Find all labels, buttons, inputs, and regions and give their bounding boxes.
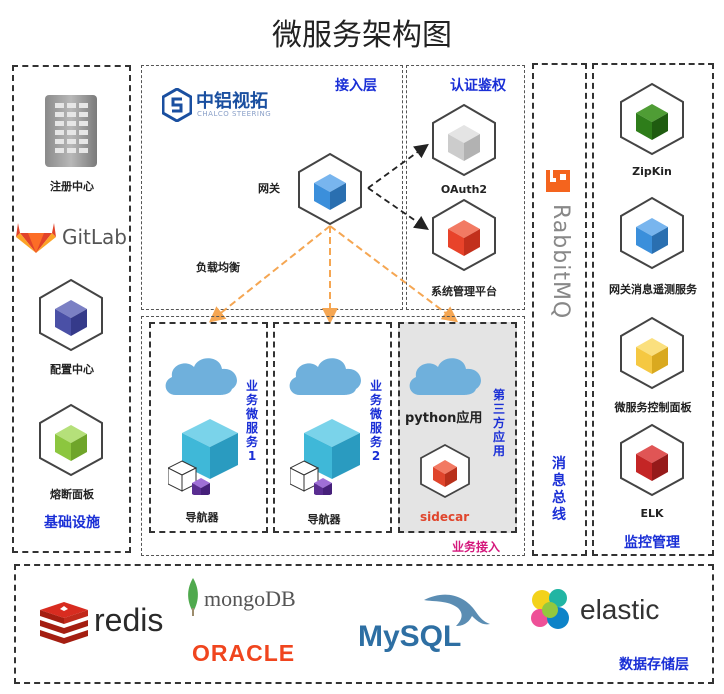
third-party-app-label: 第三方应用 [492,388,505,458]
config-center-icon [37,278,105,352]
oracle-logo: ORACLE [192,640,296,666]
oauth2-label: OAuth2 [440,183,488,196]
rabbitmq-text: RabbitMQ [548,204,573,320]
gateway-icon [296,152,364,226]
load-balancing-label: 负载均衡 [196,261,240,274]
gitlab-logo: GitLab [16,218,131,256]
sidecar-icon [419,443,471,499]
registry-label: 注册中心 [50,180,94,193]
navigator-1-label: 导航器 [185,511,219,524]
gateway-telemetry-label: 网关消息遥测服务 [609,283,697,296]
dashboard-icon [618,316,686,390]
system-management-icon [430,198,498,272]
cloud-icon [165,358,237,395]
message-bus-title: 消息总线 [552,456,566,523]
system-management-label: 系统管理平台 [431,285,497,298]
brand-logo: 中铝视拓 CHALCO STEERING [162,88,292,124]
redis-logo: redis [38,600,178,646]
mysql-logo: MySQL [356,590,496,660]
elk-icon [618,423,686,497]
rabbitmq-logo: RabbitMQ [541,168,581,348]
gateway-telemetry-icon [618,196,686,270]
mongodb-text: mongoDB [204,586,296,611]
elastic-text: elastic [580,594,660,625]
base-layer-title: 基础设施 [44,515,100,531]
zipkin-label: ZipKin [632,165,672,178]
sidecar-label: sidecar [420,510,470,524]
cloud-icon [289,358,361,395]
data-storage-layer-title: 数据存储层 [619,657,689,673]
circuit-breaker-label: 熔断面板 [50,488,94,501]
mongodb-logo: mongoDB [186,578,316,618]
gitlab-text: GitLab [62,225,127,249]
oauth2-icon [430,103,498,177]
brand-name-en: CHALCO STEERING [197,110,272,118]
business-layer-title: 业务接入 [452,540,501,554]
mysql-text: MySQL [358,620,462,653]
navigator-2-label: 导航器 [307,513,341,526]
cloud-icon [409,358,481,395]
monitoring-layer-title: 监控管理 [624,535,680,551]
elastic-logo: elastic [528,588,668,634]
circuit-breaker-icon [37,403,105,477]
auth-layer-title: 认证鉴权 [450,78,506,94]
microservice-2-label: 业务微服务2 [369,379,382,463]
dashboard-label: 微服务控制面板 [614,401,692,414]
access-layer-title: 接入层 [335,78,377,94]
redis-text: redis [94,602,164,638]
service-cube-icon [290,419,360,495]
config-center-label: 配置中心 [50,363,94,376]
service-cube-icon [168,419,238,495]
gateway-label: 网关 [258,182,280,195]
page-title: 微服务架构图 [272,18,452,53]
microservice-1-label: 业务微服务1 [245,379,258,463]
python-app-label: python应用 [405,411,483,426]
zipkin-icon [618,82,686,156]
elk-label: ELK [640,507,664,520]
registry-icon [43,95,99,167]
